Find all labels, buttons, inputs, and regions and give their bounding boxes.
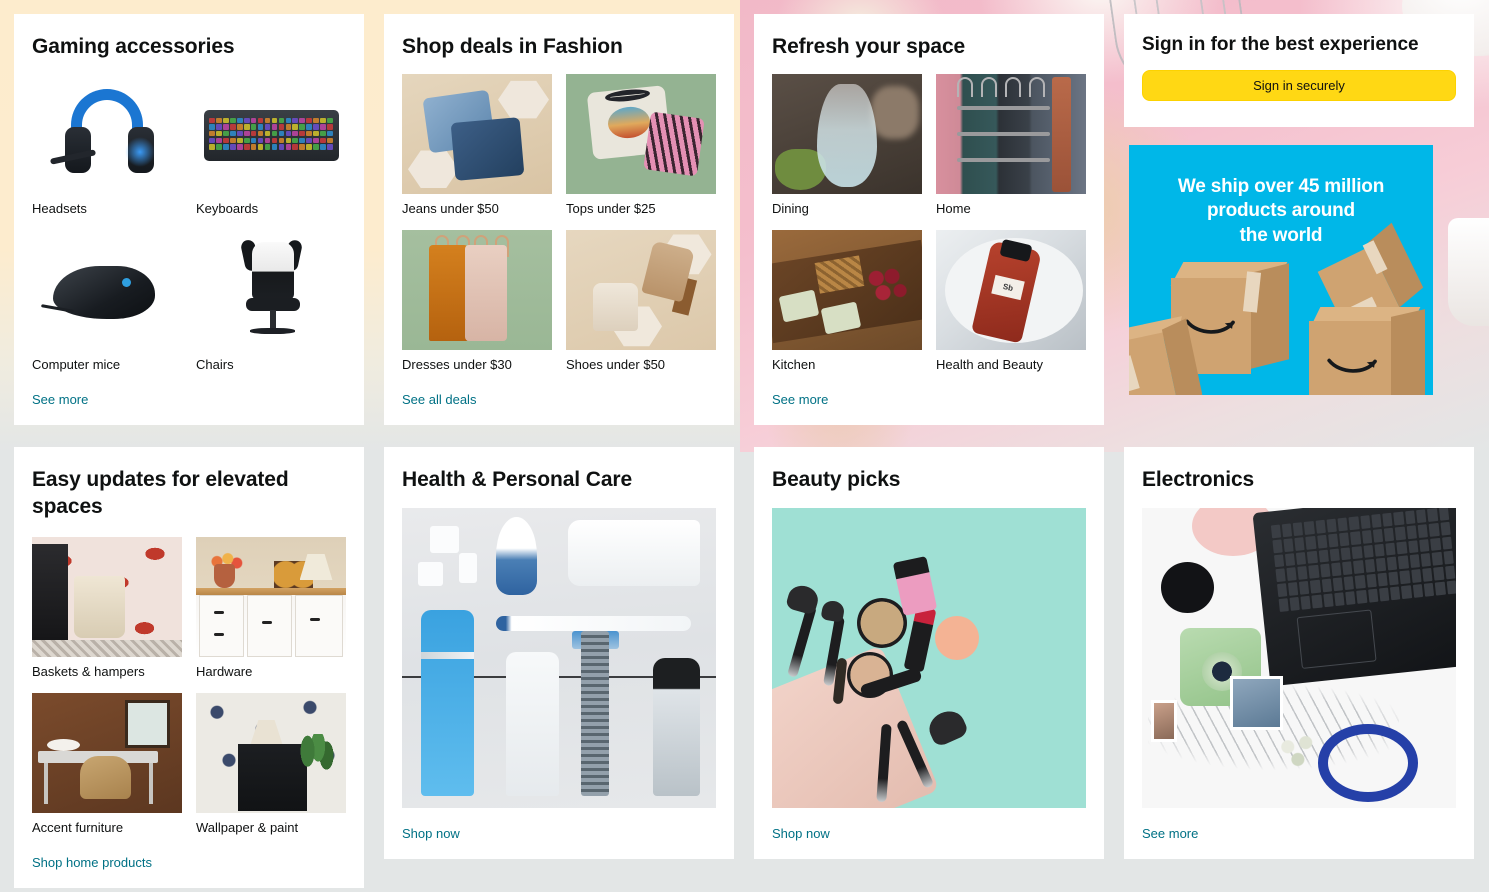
tile-label: Jeans under $50 [402, 201, 499, 217]
body-wash-bottle-icon: Sb [936, 230, 1086, 351]
tile-label: Hardware [196, 664, 253, 680]
tile-label: Home [936, 201, 971, 217]
card-title: Easy updates for elevated spaces [32, 468, 289, 518]
card-title: Gaming accessories [32, 35, 235, 58]
tile-health-and-beauty[interactable]: Sb Health and Beauty [936, 230, 1086, 374]
kitchen-cabinets-icon [196, 537, 346, 658]
tile-grid: Headsets Keyboards Computer mice Chairs [32, 74, 346, 374]
tile-grid: Dining Home Kitchen Sb Health and Beauty [772, 74, 1086, 374]
tile-baskets-hampers[interactable]: Baskets & hampers [32, 537, 182, 681]
tile-label: Dining [772, 201, 809, 217]
card-link-see-all-deals[interactable]: See all deals [402, 392, 476, 407]
card-fashion-deals[interactable]: Shop deals in Fashion Jeans under $50 To… [384, 14, 734, 426]
tile-grid: Jeans under $50 Tops under $25 Dresses u… [402, 74, 716, 374]
computer-mouse-icon [32, 230, 182, 351]
hanging-organizer-icon [936, 74, 1086, 195]
tile-shoes[interactable]: Shoes under $50 [566, 230, 716, 374]
tile-keyboards[interactable]: Keyboards [196, 74, 346, 218]
tile-label: Keyboards [196, 201, 259, 217]
graphic-tops-icon [566, 74, 716, 195]
tile-tops[interactable]: Tops under $25 [566, 74, 716, 218]
card-link-shop-home-products[interactable]: Shop home products [32, 855, 152, 870]
tile-label: Headsets [32, 201, 87, 217]
card-easy-updates[interactable]: Easy updates for elevated spaces Baskets… [14, 447, 364, 889]
card-row-2: Easy updates for elevated spaces Baskets… [14, 447, 1475, 889]
tile-label: Kitchen [772, 357, 816, 373]
tile-hardware[interactable]: Hardware [196, 537, 346, 681]
tile-dining[interactable]: Dining [772, 74, 922, 218]
gaming-chair-icon [196, 230, 346, 351]
card-title: Shop deals in Fashion [402, 35, 623, 58]
folded-jeans-icon [402, 74, 552, 195]
amazon-box-icon [1309, 307, 1425, 395]
makeup-flatlay-icon[interactable] [772, 507, 1086, 808]
gaming-keyboard-icon [196, 74, 346, 195]
tile-label: Computer mice [32, 357, 121, 373]
sign-in-title: Sign in for the best experience [1142, 34, 1419, 55]
card-refresh-your-space[interactable]: Refresh your space Dining Home Kitchen S… [754, 14, 1104, 426]
patterned-wallpaper-icon [196, 693, 346, 814]
card-link-shop-now[interactable]: Shop now [402, 826, 460, 841]
card-electronics[interactable]: Electronics See more [1124, 447, 1474, 859]
card-title: Electronics [1142, 468, 1255, 492]
card-beauty-picks[interactable]: Beauty picks Shop now [754, 447, 1104, 859]
tile-accent-furniture[interactable]: Accent furniture [32, 693, 182, 837]
desk-and-chair-icon [32, 693, 182, 814]
card-row-1: Gaming accessories Headsets Keyboards Co… [14, 14, 1475, 426]
shipping-line-1: We ship over 45 million [1177, 176, 1385, 197]
laptop-camera-headphones-icon[interactable] [1142, 507, 1456, 808]
card-link-shop-now[interactable]: Shop now [772, 826, 830, 841]
tile-grid: Baskets & hampers Hardware Accent furnit… [32, 537, 346, 837]
card-sign-in: Sign in for the best experience Sign in … [1124, 14, 1474, 127]
tile-computer-mice[interactable]: Computer mice [32, 230, 182, 374]
tile-chairs[interactable]: Chairs [196, 230, 346, 374]
tile-label: Health and Beauty [936, 357, 1043, 373]
card-link-see-more[interactable]: See more [32, 392, 88, 407]
tile-jeans[interactable]: Jeans under $50 [402, 74, 552, 218]
sign-in-securely-button[interactable]: Sign in securely [1142, 70, 1456, 101]
card-title: Refresh your space [772, 35, 966, 58]
card-link-see-more[interactable]: See more [772, 392, 828, 407]
card-title: Health & Personal Care [402, 468, 633, 492]
hanging-dresses-icon [402, 230, 552, 351]
tile-label: Tops under $25 [566, 201, 656, 217]
tile-wallpaper-paint[interactable]: Wallpaper & paint [196, 693, 346, 837]
homepage-card-grid: Gaming accessories Headsets Keyboards Co… [0, 0, 1489, 892]
card-gaming-accessories[interactable]: Gaming accessories Headsets Keyboards Co… [14, 14, 364, 426]
tile-label: Shoes under $50 [566, 357, 666, 373]
right-column: Sign in for the best experience Sign in … [1124, 14, 1474, 395]
tile-headsets[interactable]: Headsets [32, 74, 182, 218]
tile-kitchen[interactable]: Kitchen [772, 230, 922, 374]
glass-carafe-icon [772, 74, 922, 195]
ankle-boots-icon [566, 230, 716, 351]
card-link-see-more[interactable]: See more [1142, 826, 1198, 841]
tile-label: Accent furniture [32, 820, 124, 836]
tile-home[interactable]: Home [936, 74, 1086, 218]
card-title: Beauty picks [772, 468, 901, 492]
tile-dresses[interactable]: Dresses under $30 [402, 230, 552, 374]
tile-label: Wallpaper & paint [196, 820, 299, 836]
tile-label: Dresses under $30 [402, 357, 512, 373]
gaming-headset-icon [32, 74, 182, 195]
shipping-promo-banner[interactable]: We ship over 45 million products around … [1129, 145, 1433, 395]
tile-label: Chairs [196, 357, 234, 373]
charcuterie-board-icon [772, 230, 922, 351]
shipping-line-2: products around [1207, 200, 1355, 222]
tile-label: Baskets & hampers [32, 664, 145, 680]
laundry-hamper-icon [32, 537, 182, 658]
personal-care-products-icon[interactable] [402, 507, 716, 808]
card-health-personal-care[interactable]: Health & Personal Care Shop now [384, 447, 734, 859]
